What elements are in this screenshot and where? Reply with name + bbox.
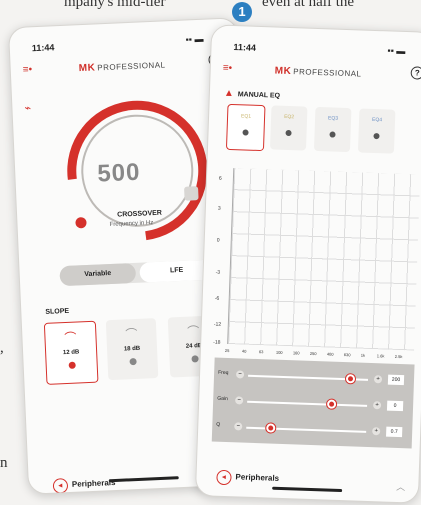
eq-preset-4[interactable]: EQ4 [357,108,396,154]
graph-x-label: 630 [343,352,351,358]
step-badge: 1 [232,2,252,22]
peripherals-icon: ◂ [216,469,232,486]
peripherals-icon: ◂ [52,478,69,494]
graph-x-label: 40 [241,348,247,354]
brand-text: PROFESSIONAL [293,67,362,79]
segment-variable[interactable]: Variable [59,262,137,287]
signal-battery-icon: ▪▪ ▬ [185,33,204,45]
freq-plus-button[interactable]: + [373,375,383,384]
brand-text: PROFESSIONAL [97,60,166,73]
eq-preset-label: EQ4 [371,116,383,124]
slope-label: 12 dB [62,349,80,357]
margin-text-2: n [0,455,8,471]
eq-preset-dot [285,129,292,137]
q-label: Q [216,421,221,428]
graph-y-label: -3 [215,269,221,276]
freq-row: Freq − + 200 [214,366,415,391]
graph-x-label: 400 [326,351,334,357]
slope-radio-dot [68,361,76,369]
slope-curve-icon: ⌒ [64,330,77,346]
home-indicator [108,476,179,483]
gain-value[interactable]: 0 [386,400,404,412]
freq-label: Freq [218,369,229,377]
eq-preset-2[interactable]: EQ2 [269,105,308,151]
graph-y-label: 0 [216,237,220,244]
home-indicator [272,486,343,493]
graph-x-label: 63 [258,349,264,355]
peripherals-label: Peripherals [235,472,280,483]
slope-radio-dot [190,355,199,363]
slope-radio-dot [128,357,137,366]
peripherals-link[interactable]: ◂ Peripherals [52,476,116,494]
graph-y-label: 6 [218,175,222,182]
caption-left: mpany's mid-tier [64,0,166,10]
eq-preset-label: EQ3 [327,115,339,122]
eq-controls-panel: Freq − + 200 Gain − + 0 Q − + 0.7 [211,357,415,449]
status-time: 11:44 [233,42,257,53]
brand-logo: MK PROFESSIONAL [274,65,362,79]
graph-x-label: 160 [292,350,300,356]
graph-x-label: 100 [275,349,283,355]
q-value[interactable]: 0.7 [386,426,403,438]
gain-slider-thumb[interactable] [325,398,338,410]
crossover-value: 500 [96,158,141,188]
q-slider-track[interactable] [246,426,367,433]
graph-x-label: 250 [309,350,317,357]
gain-label: Gain [217,395,228,403]
eq-preset-dot [242,129,249,136]
graph-x-label: 25 [224,347,230,354]
margin-text-1: , [0,340,4,356]
freq-value[interactable]: 200 [387,374,405,386]
graph-x-label: 1.6k [376,353,385,359]
menu-icon[interactable]: ≡• [223,63,233,74]
gain-slider-track[interactable] [247,400,368,407]
mode-segment: Variable LFE [59,259,219,287]
slope-option-18db[interactable]: ⌒ 18 dB [105,318,159,381]
menu-icon[interactable]: ≡• [23,64,33,75]
slope-label: 18 dB [123,345,141,353]
graph-x-label: 1k [360,352,366,358]
graph-y-label: -6 [214,295,220,302]
gain-row: Gain − + 0 [213,392,414,417]
chevron-up-icon[interactable]: ︿ [396,480,405,493]
peripherals-link[interactable]: ◂ Peripherals [216,469,280,487]
q-minus-button[interactable]: − [234,422,243,431]
slope-option-12db[interactable]: ⌒ 12 dB [43,320,99,385]
manual-eq-label: MANUAL EQ [237,91,281,100]
crossover-handle[interactable] [184,186,199,201]
graph-y-label: -12 [213,321,222,328]
warning-triangle-icon: ▲ [223,87,234,100]
slope-title: SLOPE [45,307,70,316]
q-slider-thumb[interactable] [265,422,277,434]
status-time: 11:44 [31,42,55,54]
gain-minus-button[interactable]: − [235,396,244,405]
crossover-knob[interactable] [75,217,87,229]
graph-y-label: -18 [213,339,221,346]
q-row: Q − + 0.7 [212,418,413,443]
eq-graph [227,168,421,351]
freq-minus-button[interactable]: − [235,370,245,379]
caption-right: even at half the [262,0,355,10]
eq-preset-dot [329,131,336,138]
manual-eq-title: ▲ MANUAL EQ [224,88,281,101]
eq-preset-label: EQ1 [240,113,252,120]
pulse-icon: ⌁ [24,102,32,115]
help-icon[interactable]: ? [410,66,421,80]
right-phone-screen: 11:44 ▪▪ ▬ ≡• MK PROFESSIONAL ? ▲ MANUAL E… [194,24,421,504]
slope-curve-icon: ⌒ [125,326,138,342]
graph-x-label: 2.5k [394,353,403,360]
graph-y-label: 3 [217,205,221,212]
q-plus-button[interactable]: + [372,427,381,436]
gain-plus-button[interactable]: + [372,401,382,410]
brand-logo: MK PROFESSIONAL [78,60,166,75]
eq-preset-3[interactable]: EQ3 [313,106,352,153]
freq-slider-thumb[interactable] [344,373,357,385]
eq-preset-1[interactable]: EQ1 [225,103,266,152]
eq-preset-dot [373,132,380,140]
signal-battery-icon: ▪▪ ▬ [387,45,406,57]
eq-preset-label: EQ2 [283,113,295,121]
